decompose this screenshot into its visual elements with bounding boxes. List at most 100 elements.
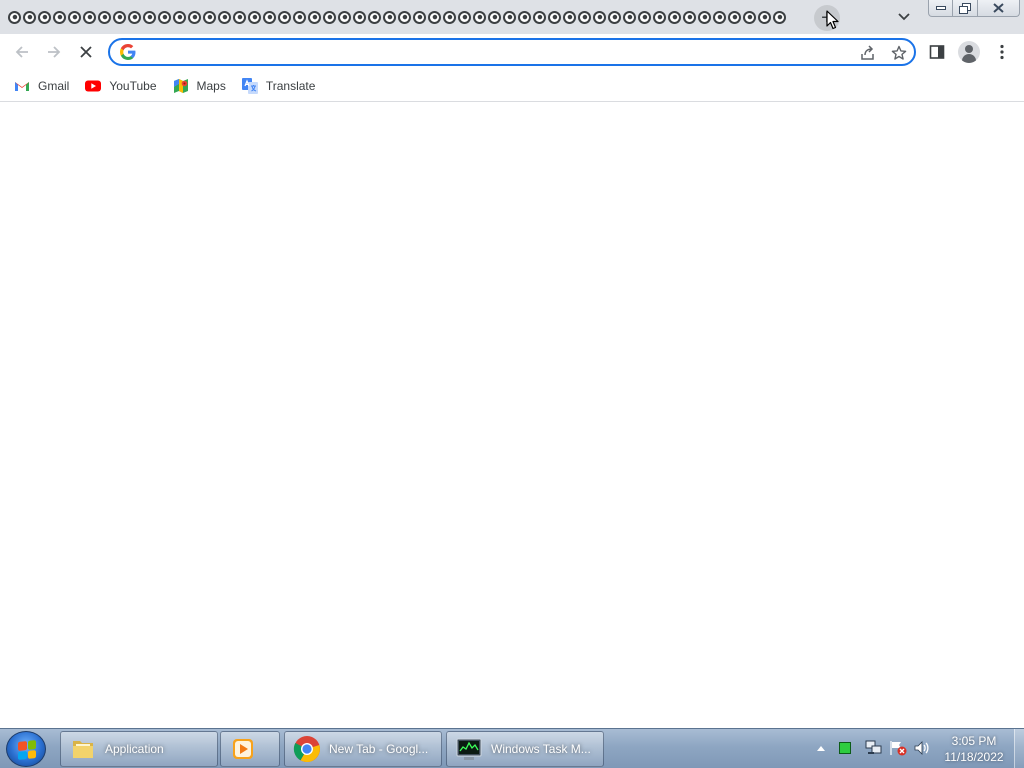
browser-tab[interactable] bbox=[7, 6, 22, 28]
browser-tab[interactable] bbox=[457, 6, 472, 28]
browser-tab[interactable] bbox=[97, 6, 112, 28]
tab-favicon-icon bbox=[323, 10, 336, 24]
tab-favicon-icon bbox=[443, 10, 456, 24]
browser-tab[interactable] bbox=[172, 6, 187, 28]
browser-tab[interactable] bbox=[397, 6, 412, 28]
bookmark-translate[interactable]: Translate bbox=[240, 74, 322, 98]
browser-tab[interactable] bbox=[772, 6, 787, 28]
taskbar-button-label: New Tab - Googl... bbox=[329, 742, 429, 756]
tray-action-center-icon[interactable] bbox=[888, 737, 908, 759]
browser-tab[interactable] bbox=[127, 6, 142, 28]
browser-tab[interactable] bbox=[292, 6, 307, 28]
browser-tab[interactable] bbox=[532, 6, 547, 28]
browser-tab[interactable] bbox=[712, 6, 727, 28]
browser-tab[interactable] bbox=[157, 6, 172, 28]
browser-tab[interactable] bbox=[52, 6, 67, 28]
browser-tab[interactable] bbox=[277, 6, 292, 28]
browser-tab[interactable] bbox=[652, 6, 667, 28]
mouse-cursor-icon bbox=[826, 10, 839, 30]
browser-tab[interactable] bbox=[217, 6, 232, 28]
browser-tab[interactable] bbox=[82, 6, 97, 28]
browser-tab[interactable] bbox=[622, 6, 637, 28]
bookmark-star-button[interactable] bbox=[889, 43, 909, 63]
taskbar-button-chrome[interactable]: New Tab - Googl... bbox=[284, 731, 442, 767]
tab-favicon-icon bbox=[278, 10, 291, 24]
browser-tab[interactable] bbox=[442, 6, 457, 28]
star-icon bbox=[891, 45, 907, 60]
restore-button[interactable] bbox=[953, 0, 978, 17]
browser-tab[interactable] bbox=[352, 6, 367, 28]
browser-tab[interactable] bbox=[337, 6, 352, 28]
browser-tab[interactable] bbox=[412, 6, 427, 28]
browser-tab[interactable] bbox=[682, 6, 697, 28]
profile-button[interactable] bbox=[957, 40, 981, 64]
browser-tab[interactable] bbox=[67, 6, 82, 28]
flag-error-icon bbox=[890, 741, 907, 756]
page-content[interactable] bbox=[0, 103, 1024, 728]
browser-tab[interactable] bbox=[517, 6, 532, 28]
browser-tab[interactable] bbox=[112, 6, 127, 28]
tray-status-icon[interactable] bbox=[836, 737, 854, 759]
back-button[interactable] bbox=[9, 39, 35, 65]
close-button[interactable] bbox=[978, 0, 1020, 17]
menu-button[interactable] bbox=[990, 40, 1014, 64]
taskbar-button-task-manager[interactable]: Windows Task M... bbox=[446, 731, 604, 767]
browser-tab[interactable] bbox=[37, 6, 52, 28]
show-desktop-button[interactable] bbox=[1014, 729, 1024, 768]
browser-tab[interactable] bbox=[427, 6, 442, 28]
tab-favicon-icon bbox=[428, 10, 441, 24]
tab-favicon-icon bbox=[728, 10, 741, 24]
browser-tab[interactable] bbox=[187, 6, 202, 28]
tab-favicon-icon bbox=[68, 10, 81, 24]
browser-tab[interactable] bbox=[607, 6, 622, 28]
arrow-right-icon bbox=[48, 46, 61, 58]
bookmark-maps[interactable]: Maps bbox=[171, 74, 232, 98]
taskbar-button-label: Application bbox=[105, 742, 164, 756]
browser-tab[interactable] bbox=[667, 6, 682, 28]
share-button[interactable] bbox=[858, 43, 878, 63]
chevron-down-icon bbox=[898, 13, 910, 21]
tray-volume-icon[interactable] bbox=[912, 737, 932, 759]
browser-tab[interactable] bbox=[202, 6, 217, 28]
browser-tab[interactable] bbox=[742, 6, 757, 28]
tab-favicon-icon bbox=[263, 10, 276, 24]
browser-tab[interactable] bbox=[247, 6, 262, 28]
browser-tab[interactable] bbox=[562, 6, 577, 28]
taskbar-clock[interactable]: 3:05 PM 11/18/2022 bbox=[938, 733, 1010, 765]
tab-search-button[interactable] bbox=[894, 8, 914, 26]
stop-loading-button[interactable] bbox=[73, 39, 99, 65]
forward-button[interactable] bbox=[41, 39, 67, 65]
show-hidden-icons-button[interactable] bbox=[814, 737, 828, 759]
browser-tab[interactable] bbox=[307, 6, 322, 28]
browser-tab[interactable] bbox=[592, 6, 607, 28]
browser-tab[interactable] bbox=[697, 6, 712, 28]
side-panel-button[interactable] bbox=[925, 40, 949, 64]
minimize-button[interactable] bbox=[928, 0, 953, 17]
browser-tab[interactable] bbox=[757, 6, 772, 28]
browser-tab[interactable] bbox=[577, 6, 592, 28]
browser-tab[interactable] bbox=[502, 6, 517, 28]
bookmark-label: Maps bbox=[196, 78, 226, 93]
browser-tab[interactable] bbox=[487, 6, 502, 28]
bookmark-youtube[interactable]: YouTube bbox=[83, 74, 162, 98]
tab-favicon-icon bbox=[248, 10, 261, 24]
omnibox-input[interactable] bbox=[142, 43, 842, 61]
browser-tab[interactable] bbox=[142, 6, 157, 28]
taskbar-button-application[interactable]: Application bbox=[60, 731, 218, 767]
address-bar[interactable] bbox=[108, 38, 916, 66]
taskbar-button-media-player[interactable] bbox=[220, 731, 280, 767]
start-button[interactable] bbox=[6, 731, 46, 767]
browser-tab[interactable] bbox=[547, 6, 562, 28]
browser-tab[interactable] bbox=[232, 6, 247, 28]
browser-tab[interactable] bbox=[637, 6, 652, 28]
tray-network-icon[interactable] bbox=[864, 737, 884, 759]
browser-tab[interactable] bbox=[322, 6, 337, 28]
browser-tab[interactable] bbox=[472, 6, 487, 28]
browser-tab[interactable] bbox=[22, 6, 37, 28]
browser-tab[interactable] bbox=[367, 6, 382, 28]
browser-tab[interactable] bbox=[262, 6, 277, 28]
bookmark-label: YouTube bbox=[109, 78, 157, 93]
browser-tab[interactable] bbox=[727, 6, 742, 28]
bookmark-gmail[interactable]: Gmail bbox=[12, 74, 75, 98]
browser-tab[interactable] bbox=[382, 6, 397, 28]
